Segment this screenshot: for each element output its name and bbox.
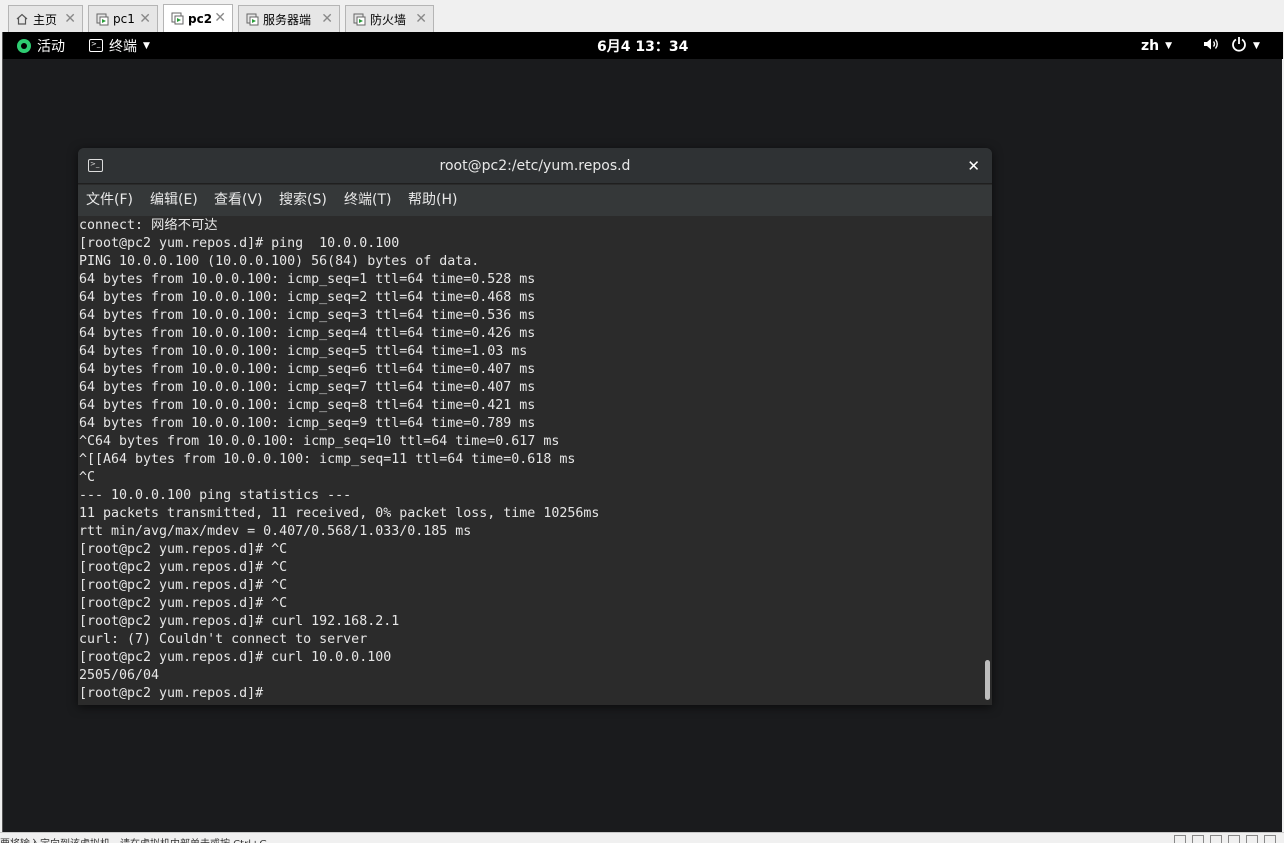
disk-icon[interactable] xyxy=(1174,835,1186,843)
device-icons xyxy=(1174,835,1276,843)
activities-button[interactable]: 活动 xyxy=(17,32,65,59)
close-icon[interactable]: ✕ xyxy=(415,11,427,27)
terminal-line: 11 packets transmitted, 11 received, 0% … xyxy=(79,506,600,521)
close-icon[interactable]: ✕ xyxy=(139,11,151,27)
terminal-line: 64 bytes from 10.0.0.100: icmp_seq=6 ttl… xyxy=(79,362,536,377)
vm-status-bar: 要将输入定向到该虚拟机，请在虚拟机内部单击或按 Ctrl+G。 xyxy=(0,832,1284,843)
status-hint: 要将输入定向到该虚拟机，请在虚拟机内部单击或按 Ctrl+G。 xyxy=(0,835,277,843)
terminal-line: 64 bytes from 10.0.0.100: icmp_seq=1 ttl… xyxy=(79,272,536,287)
menu-view[interactable]: 查看(V) xyxy=(214,185,263,216)
clock[interactable]: 6月4 13：34 xyxy=(597,32,688,59)
terminal-window[interactable]: >_ root@pc2:/etc/yum.repos.d ✕ 文件(F) 编辑(… xyxy=(78,148,992,705)
gnome-top-bar: 活动 >_ 终端 ▼ 6月4 13：34 zh ▼ ▼ xyxy=(3,32,1283,59)
display-icon[interactable] xyxy=(1264,835,1276,843)
vm-tab-label: pc2 xyxy=(188,11,213,26)
terminal-line: 64 bytes from 10.0.0.100: icmp_seq=5 ttl… xyxy=(79,344,528,359)
home-icon xyxy=(15,12,29,26)
close-icon[interactable]: ✕ xyxy=(967,148,980,184)
chevron-down-icon: ▼ xyxy=(143,40,150,51)
cdrom-icon[interactable] xyxy=(1192,835,1204,843)
terminal-line: 64 bytes from 10.0.0.100: icmp_seq=3 ttl… xyxy=(79,308,536,323)
menu-search[interactable]: 搜索(S) xyxy=(279,185,327,216)
chevron-down-icon: ▼ xyxy=(1165,40,1173,51)
terminal-line: [root@pc2 yum.repos.d]# ^C xyxy=(79,542,288,557)
app-menu[interactable]: >_ 终端 ▼ xyxy=(89,32,150,59)
terminal-line: --- 10.0.0.100 ping statistics --- xyxy=(79,488,352,503)
terminal-line: rtt min/avg/max/mdev = 0.407/0.568/1.033… xyxy=(79,524,472,539)
power-icon xyxy=(1231,36,1247,56)
vm-tab-label: pc1 xyxy=(113,12,135,26)
vm-tab-strip: 主页 ✕ pc1 ✕ pc2 ✕ 服务器端 ✕ 防火墙 ✕ xyxy=(0,0,1284,32)
terminal-line: 64 bytes from 10.0.0.100: icmp_seq=9 ttl… xyxy=(79,416,536,431)
terminal-line: [root@pc2 yum.repos.d]# ^C xyxy=(79,578,288,593)
terminal-line: ^[[A64 bytes from 10.0.0.100: icmp_seq=1… xyxy=(79,452,576,467)
terminal-line: connect: 网络不可达 xyxy=(79,218,218,233)
vm-tab-home[interactable]: 主页 ✕ xyxy=(8,5,83,32)
language-label: zh xyxy=(1141,37,1160,54)
vm-tab-pc2[interactable]: pc2 ✕ xyxy=(163,4,233,32)
terminal-line: [root@pc2 yum.repos.d]# curl 10.0.0.100 xyxy=(79,650,392,665)
menu-help[interactable]: 帮助(H) xyxy=(408,185,457,216)
terminal-line: 64 bytes from 10.0.0.100: icmp_seq=7 ttl… xyxy=(79,380,536,395)
terminal-line: ^C xyxy=(79,470,96,485)
vm-tab-pc1[interactable]: pc1 ✕ xyxy=(88,5,158,32)
vm-tab-label: 主页 xyxy=(33,12,58,27)
terminal-line: 64 bytes from 10.0.0.100: icmp_seq=2 ttl… xyxy=(79,290,536,305)
terminal-output[interactable]: connect: 网络不可达 [root@pc2 yum.repos.d]# pi… xyxy=(78,216,984,705)
scrollbar-thumb[interactable] xyxy=(985,660,990,700)
language-menu[interactable]: zh ▼ xyxy=(1141,32,1172,59)
terminal-line: 2505/06/04 xyxy=(79,668,160,683)
window-title: root@pc2:/etc/yum.repos.d xyxy=(439,158,631,174)
chevron-down-icon: ▼ xyxy=(1253,40,1260,51)
sound-icon[interactable] xyxy=(1246,835,1258,843)
vm-icon xyxy=(95,12,109,26)
terminal-menubar: 文件(F) 编辑(E) 查看(V) 搜索(S) 终端(T) 帮助(H) xyxy=(78,185,992,216)
menu-terminal[interactable]: 终端(T) xyxy=(344,185,391,216)
terminal-line: 64 bytes from 10.0.0.100: icmp_seq=4 ttl… xyxy=(79,326,536,341)
close-icon[interactable]: ✕ xyxy=(214,10,226,26)
terminal-line: curl: (7) Couldn't connect to server xyxy=(79,632,368,647)
terminal-scrollbar[interactable] xyxy=(984,216,992,705)
vm-icon xyxy=(245,12,259,26)
vm-tab-server[interactable]: 服务器端 ✕ xyxy=(238,5,340,32)
vm-tab-label: 服务器端 xyxy=(263,12,312,27)
menu-edit[interactable]: 编辑(E) xyxy=(150,185,198,216)
terminal-line: [root@pc2 yum.repos.d]# ^C xyxy=(79,560,288,575)
activities-label: 活动 xyxy=(37,38,65,55)
terminal-line: [root@pc2 yum.repos.d]# curl 192.168.2.1 xyxy=(79,614,400,629)
terminal-line: [root@pc2 yum.repos.d]# ping 10.0.0.100 xyxy=(79,236,400,251)
terminal-line: PING 10.0.0.100 (10.0.0.100) 56(84) byte… xyxy=(79,254,480,269)
terminal-line: [root@pc2 yum.repos.d]# xyxy=(79,686,272,701)
vm-icon xyxy=(352,12,366,26)
vm-tab-label: 防火墙 xyxy=(370,12,407,27)
menu-file[interactable]: 文件(F) xyxy=(86,185,133,216)
terminal-line: ^C64 bytes from 10.0.0.100: icmp_seq=10 … xyxy=(79,434,560,449)
terminal-titlebar[interactable]: >_ root@pc2:/etc/yum.repos.d ✕ xyxy=(78,148,992,184)
clock-label: 6月4 13：34 xyxy=(597,38,689,55)
close-icon[interactable]: ✕ xyxy=(64,11,76,27)
vm-icon xyxy=(170,12,184,26)
terminal-icon: >_ xyxy=(89,39,103,52)
terminal-line: [root@pc2 yum.repos.d]# ^C xyxy=(79,596,288,611)
network-icon[interactable] xyxy=(1210,835,1222,843)
vm-tab-firewall[interactable]: 防火墙 ✕ xyxy=(345,5,434,32)
system-menu[interactable]: ▼ xyxy=(1203,32,1260,59)
activities-icon xyxy=(17,38,31,53)
app-menu-label: 终端 xyxy=(109,38,137,55)
terminal-line: 64 bytes from 10.0.0.100: icmp_seq=8 ttl… xyxy=(79,398,536,413)
volume-icon xyxy=(1203,37,1221,55)
usb-icon[interactable] xyxy=(1228,835,1240,843)
close-icon[interactable]: ✕ xyxy=(321,11,333,27)
